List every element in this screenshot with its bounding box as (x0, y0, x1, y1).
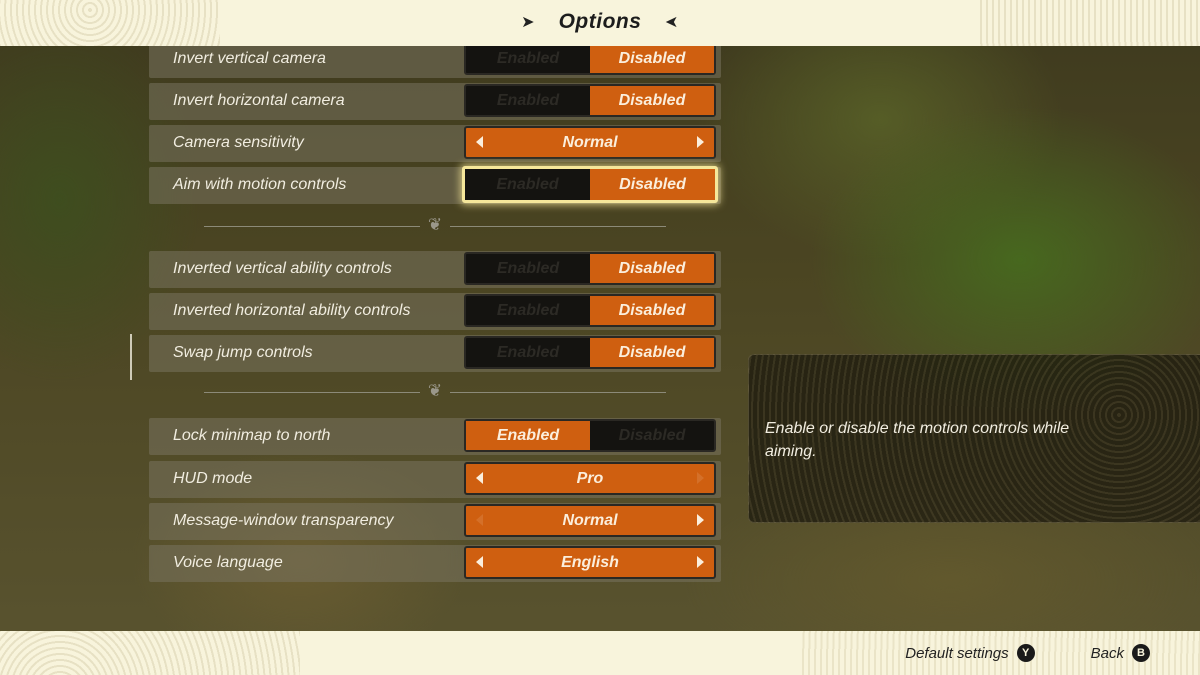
selector-value: Pro (576, 469, 604, 487)
toggle-option-disabled[interactable]: Disabled (590, 421, 714, 450)
divider-line (204, 226, 420, 227)
arrow-left-icon[interactable] (476, 472, 483, 484)
footer-banner: Default settings Y Back B (0, 631, 1200, 675)
toggle-option-enabled[interactable]: Enabled (466, 86, 590, 115)
option-row[interactable]: Inverted horizontal ability controls Enab… (149, 293, 721, 330)
option-label: Swap jump controls (173, 344, 313, 361)
toggle-switch[interactable]: Enabled Disabled (464, 84, 716, 117)
toggle-switch[interactable]: Enabled Disabled (464, 419, 716, 452)
header-banner: ➤ Options ➤ (0, 0, 1200, 46)
toggle-switch[interactable]: Enabled Disabled (464, 294, 716, 327)
toggle-switch[interactable]: Enabled Disabled (462, 166, 718, 203)
toggle-option-enabled[interactable]: Enabled (466, 421, 590, 450)
selector-value: Normal (562, 511, 618, 529)
divider-line (450, 392, 666, 393)
section-divider: ❦ (204, 215, 666, 237)
b-button-icon[interactable]: B (1132, 644, 1150, 662)
value-selector[interactable]: Pro (464, 462, 716, 495)
option-label: Invert vertical camera (173, 50, 326, 67)
toggle-option-disabled[interactable]: Disabled (590, 44, 714, 73)
toggle-option-enabled[interactable]: Enabled (466, 338, 590, 367)
toggle-switch[interactable]: Enabled Disabled (464, 336, 716, 369)
option-label: Message-window transparency (173, 512, 394, 529)
back-label[interactable]: Back (1091, 645, 1124, 662)
option-label: Camera sensitivity (173, 134, 304, 151)
option-label: Invert horizontal camera (173, 92, 345, 109)
option-row[interactable]: Swap jump controls Enabled Disabled (149, 335, 721, 372)
arrow-right-icon[interactable] (697, 556, 704, 568)
divider-line (450, 226, 666, 227)
toggle-switch[interactable]: Enabled Disabled (464, 42, 716, 75)
arrow-right-icon[interactable] (697, 472, 704, 484)
section-divider: ❦ (204, 381, 666, 403)
toggle-option-enabled[interactable]: Enabled (466, 254, 590, 283)
option-row[interactable]: Invert vertical camera Enabled Disabled (149, 41, 721, 78)
toggle-switch[interactable]: Enabled Disabled (464, 252, 716, 285)
toggle-option-enabled[interactable]: Enabled (466, 296, 590, 325)
crest-icon: ❦ (427, 215, 443, 234)
option-label: Inverted horizontal ability controls (173, 302, 411, 319)
page-title: Options (558, 10, 642, 33)
option-row[interactable]: Invert horizontal camera Enabled Disabled (149, 83, 721, 120)
description-panel: Enable or disable the motion controls wh… (748, 354, 1200, 523)
arrow-left-icon[interactable] (476, 514, 483, 526)
y-button-icon[interactable]: Y (1016, 644, 1035, 662)
toggle-option-disabled[interactable]: Disabled (590, 296, 714, 325)
toggle-option-enabled[interactable]: Enabled (465, 169, 590, 200)
default-settings-label[interactable]: Default settings (905, 645, 1008, 662)
toggle-option-disabled[interactable]: Disabled (590, 86, 714, 115)
option-label: Inverted vertical ability controls (173, 260, 392, 277)
left-ornament-icon: ➤ (521, 14, 535, 31)
option-row[interactable]: Lock minimap to north Enabled Disabled (149, 418, 721, 455)
arrow-right-icon[interactable] (697, 514, 704, 526)
option-row[interactable]: Message-window transparency Normal (149, 503, 721, 540)
option-row[interactable]: Camera sensitivity Normal (149, 125, 721, 162)
option-row[interactable]: Aim with motion controls Enabled Disabled (149, 166, 721, 204)
right-ornament-icon: ➤ (665, 14, 679, 31)
scrollbar[interactable] (130, 334, 132, 380)
option-row[interactable]: HUD mode Pro (149, 461, 721, 498)
description-text: Enable or disable the motion controls wh… (765, 420, 1070, 460)
option-label: Voice language (173, 554, 283, 571)
crest-icon: ❦ (427, 381, 443, 400)
selector-value: English (561, 553, 619, 571)
toggle-option-enabled[interactable]: Enabled (466, 44, 590, 73)
toggle-option-disabled[interactable]: Disabled (590, 338, 714, 367)
value-selector[interactable]: English (464, 546, 716, 579)
option-label: HUD mode (173, 470, 253, 487)
toggle-option-disabled[interactable]: Disabled (590, 254, 714, 283)
option-label: Lock minimap to north (173, 427, 331, 444)
arrow-right-icon[interactable] (697, 136, 704, 148)
option-row[interactable]: Voice language English (149, 545, 721, 582)
selector-value: Normal (562, 133, 618, 151)
arrow-left-icon[interactable] (476, 136, 483, 148)
value-selector[interactable]: Normal (464, 126, 716, 159)
toggle-option-disabled[interactable]: Disabled (590, 169, 715, 200)
option-label: Aim with motion controls (173, 176, 347, 193)
divider-line (204, 392, 420, 393)
option-row[interactable]: Inverted vertical ability controls Enable… (149, 251, 721, 288)
arrow-left-icon[interactable] (476, 556, 483, 568)
value-selector[interactable]: Normal (464, 504, 716, 537)
